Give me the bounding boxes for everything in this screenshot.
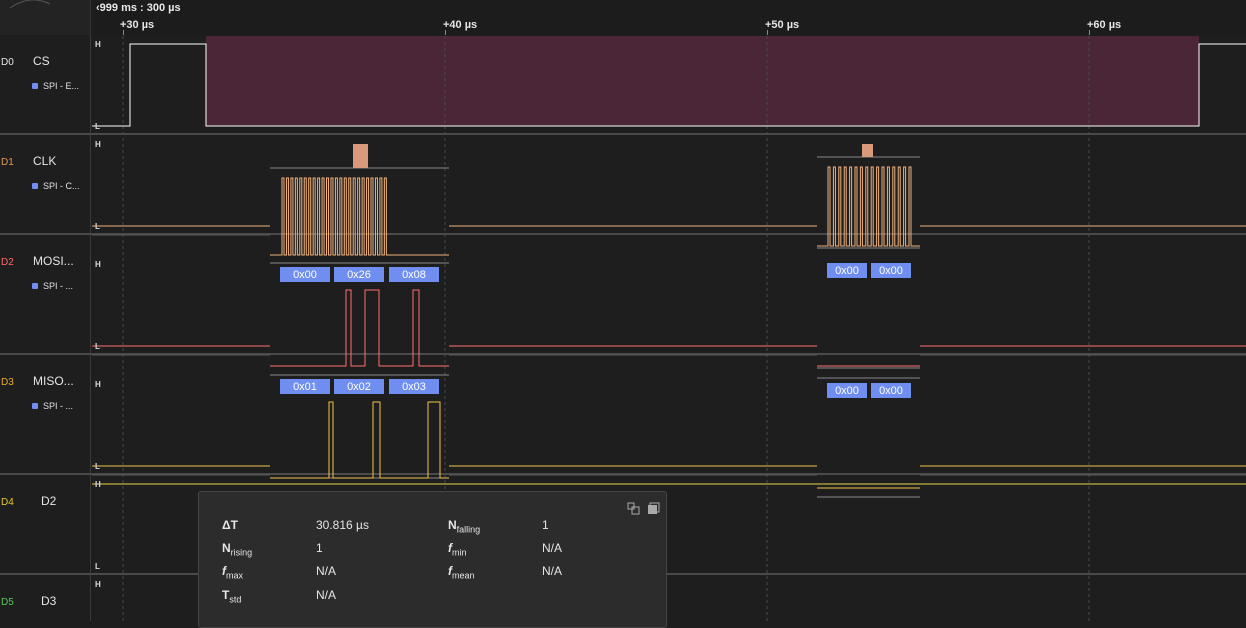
channel-name[interactable]: CLK xyxy=(33,154,56,168)
analyzer-label: SPI - ... xyxy=(43,401,74,411)
burst-marker xyxy=(862,144,873,157)
decode-label: 0x03 xyxy=(402,381,426,393)
tick-mark xyxy=(445,30,446,35)
channel-id: D5 xyxy=(1,597,14,608)
channel-id: D3 xyxy=(1,377,14,388)
level-low-label: L xyxy=(95,122,100,131)
channel-id: D4 xyxy=(1,497,14,508)
f-max-label: fmax xyxy=(222,564,243,580)
f-max-sub: max xyxy=(226,570,244,581)
f-mean-sub: mean xyxy=(452,570,475,581)
level-high-label: H xyxy=(95,480,101,489)
analyzer-label: SPI - E... xyxy=(43,81,80,91)
expand-icon[interactable] xyxy=(627,502,640,515)
channel-name[interactable]: MOSI... xyxy=(33,254,74,268)
analyzer-color-icon xyxy=(32,403,38,409)
analyzer-tag[interactable]: SPI - ... xyxy=(32,401,73,411)
decode-label: 0x00 xyxy=(293,269,317,281)
decode-label: 0x00 xyxy=(835,385,859,397)
decode-label: 0x08 xyxy=(402,269,426,281)
decode-label: 0x26 xyxy=(347,269,371,281)
t-std-sub: std xyxy=(229,594,242,605)
analyzer-label: SPI - C... xyxy=(43,181,80,191)
n-falling-symbol: N xyxy=(448,518,457,532)
clk-burst xyxy=(270,177,449,256)
channel-name[interactable]: D3 xyxy=(41,594,56,608)
n-rising-sub: rising xyxy=(230,547,253,558)
t-std-label: Tstd xyxy=(222,588,241,604)
n-rising-label: Nrising xyxy=(222,541,252,557)
level-high-label: H xyxy=(95,580,101,589)
f-min-sub: min xyxy=(452,547,467,558)
tick-mark xyxy=(1089,30,1090,35)
f-min-value: N/A xyxy=(542,541,563,555)
decode-label: 0x02 xyxy=(347,381,371,393)
delta-t-value: 30.816 µs xyxy=(316,518,369,532)
n-falling-value: 1 xyxy=(542,518,549,532)
analyzer-label: SPI - ... xyxy=(43,281,74,291)
f-min-label: fmin xyxy=(448,541,467,557)
channel-id: D1 xyxy=(1,157,14,168)
analyzer-color-icon xyxy=(32,83,38,89)
cs-enable-region xyxy=(206,36,1199,126)
level-low-label: L xyxy=(95,562,100,571)
measurement-popup[interactable]: ΔT 30.816 µs Nfalling 1 Nrising 1 fmin N… xyxy=(198,491,667,628)
level-high-label: H xyxy=(95,380,101,389)
decode-label: 0x00 xyxy=(835,265,859,277)
analyzer-tag[interactable]: SPI - C... xyxy=(32,181,80,191)
f-mean-label: fmean xyxy=(448,564,475,580)
row-separator xyxy=(0,133,1246,135)
decode-label: 0x00 xyxy=(879,265,903,277)
level-high-label: H xyxy=(95,40,101,49)
tick-mark xyxy=(123,30,124,35)
t-std-value: N/A xyxy=(316,588,337,602)
n-falling-label: Nfalling xyxy=(448,518,480,534)
analyzer-tag[interactable]: SPI - E... xyxy=(32,81,79,91)
channel-name[interactable]: CS xyxy=(33,54,50,68)
channel-id: D2 xyxy=(1,257,14,268)
copy-icon[interactable] xyxy=(647,502,660,515)
f-mean-value: N/A xyxy=(542,564,563,578)
miso-burst xyxy=(270,401,449,479)
analyzer-color-icon xyxy=(32,183,38,189)
level-low-label: L xyxy=(95,222,100,231)
tick-mark xyxy=(767,30,768,35)
f-max-value: N/A xyxy=(316,564,337,578)
burst-marker xyxy=(353,144,368,168)
delta-t-label: ΔT xyxy=(222,518,238,532)
n-falling-sub: falling xyxy=(456,524,481,535)
decode-label: 0x00 xyxy=(879,385,903,397)
decode-label: 0x01 xyxy=(293,381,317,393)
channel-id: D0 xyxy=(1,57,14,68)
channel-name[interactable]: D2 xyxy=(41,494,56,508)
analyzer-color-icon xyxy=(32,283,38,289)
analyzer-tag[interactable]: SPI - ... xyxy=(32,281,73,291)
channel-name[interactable]: MISO... xyxy=(33,374,74,388)
delta-t-symbol: ΔT xyxy=(222,518,238,532)
n-rising-symbol: N xyxy=(222,541,231,555)
level-high-label: H xyxy=(95,260,101,269)
level-low-label: L xyxy=(95,462,100,471)
level-high-label: H xyxy=(95,140,101,149)
n-rising-value: 1 xyxy=(316,541,323,555)
level-low-label: L xyxy=(95,342,100,351)
